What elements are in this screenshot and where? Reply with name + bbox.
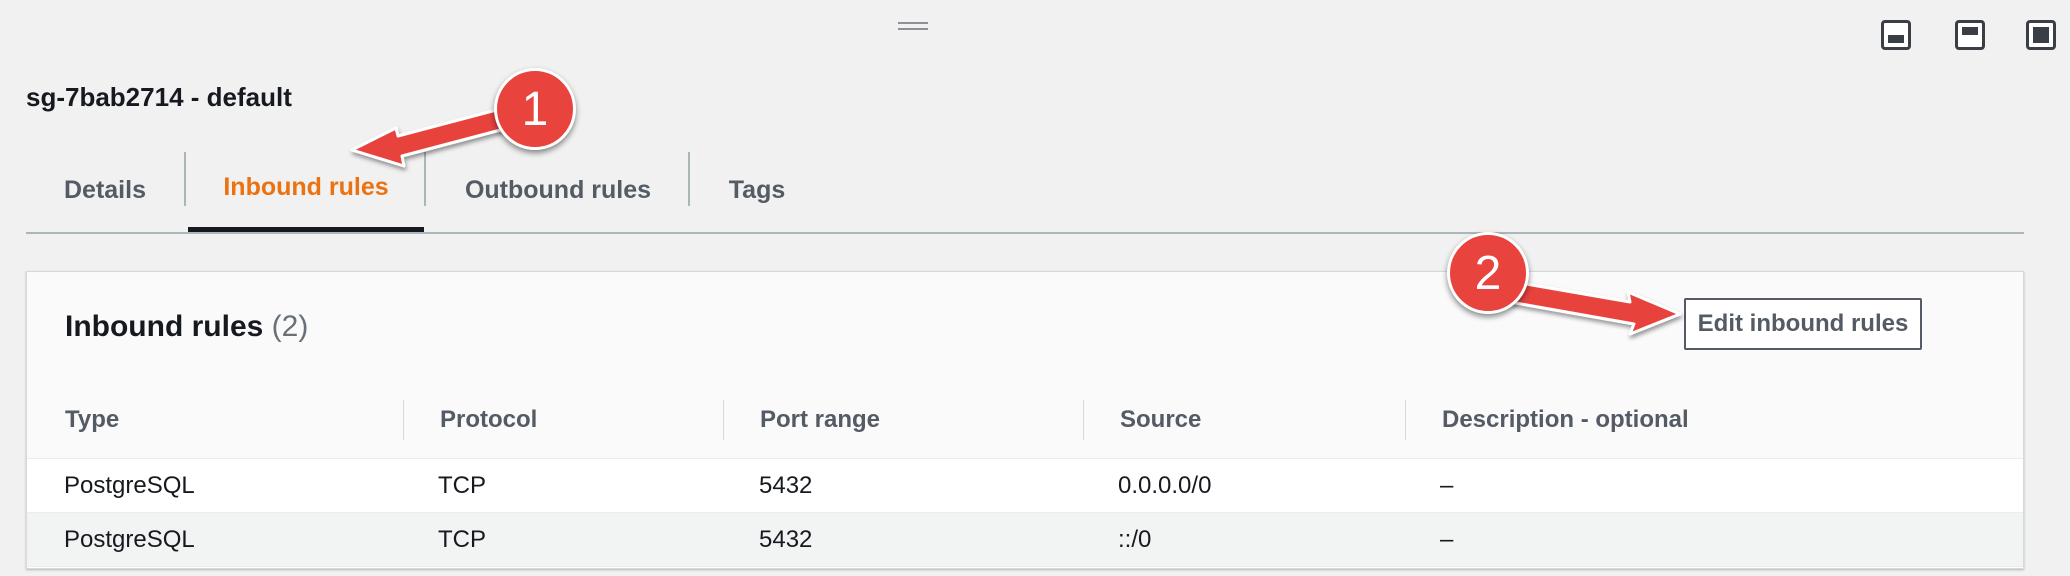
arrow-to-inbound-tab-icon: [350, 106, 510, 168]
callout-number-1: 1: [494, 68, 576, 150]
annotation-arrows: [350, 106, 1682, 336]
callout-number-2: 2: [1447, 232, 1529, 314]
